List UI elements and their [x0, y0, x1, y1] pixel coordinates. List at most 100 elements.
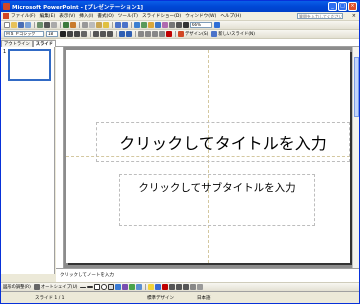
- cut-icon[interactable]: [82, 22, 88, 28]
- minimize-button[interactable]: _: [328, 2, 337, 11]
- line-color-icon[interactable]: [155, 284, 162, 290]
- line-icon[interactable]: [80, 286, 87, 288]
- menu-window[interactable]: ウィンドウ(W): [185, 13, 216, 19]
- align-left-icon[interactable]: [93, 31, 99, 37]
- vertical-scrollbar[interactable]: [352, 47, 359, 268]
- help-icon[interactable]: [214, 22, 220, 28]
- copy-icon[interactable]: [89, 22, 95, 28]
- arrow-icon[interactable]: [87, 286, 94, 288]
- increase-indent-icon[interactable]: [159, 31, 165, 37]
- redo-icon[interactable]: [122, 22, 128, 28]
- select-objects-icon[interactable]: [33, 284, 40, 290]
- insert-table-icon[interactable]: [141, 22, 147, 28]
- show-grid-icon[interactable]: [176, 22, 182, 28]
- research-icon[interactable]: [70, 22, 76, 28]
- slide-canvas[interactable]: クリックしてタイトルを入力 クリックしてサブタイトルを入力: [66, 50, 350, 263]
- increase-font-icon[interactable]: [138, 31, 144, 37]
- separator: [60, 22, 61, 28]
- open-icon[interactable]: [11, 22, 17, 28]
- draw-menu-button[interactable]: 図形の調整(R): [3, 284, 31, 290]
- expand-all-icon[interactable]: [162, 22, 168, 28]
- notes-pane[interactable]: クリックしてノートを入力: [56, 268, 359, 282]
- diagram-icon[interactable]: [122, 284, 129, 290]
- separator: [135, 31, 136, 37]
- tab-slides[interactable]: スライド: [32, 40, 56, 47]
- font-color-icon[interactable]: [166, 31, 172, 37]
- font-color-icon[interactable]: [162, 284, 169, 290]
- tab-outline[interactable]: アウトライン: [1, 40, 33, 47]
- print-preview-icon[interactable]: [51, 22, 57, 28]
- title-placeholder[interactable]: クリックしてタイトルを入力: [96, 122, 350, 162]
- menu-help[interactable]: ヘルプ(H): [220, 13, 241, 19]
- align-right-icon[interactable]: [107, 31, 113, 37]
- bold-icon[interactable]: [60, 31, 66, 37]
- vertical-ruler[interactable]: [56, 47, 64, 268]
- textbox-icon[interactable]: [108, 284, 115, 290]
- paste-icon[interactable]: [96, 22, 102, 28]
- new-slide-icon[interactable]: [211, 31, 218, 37]
- font-name-select[interactable]: ＭＳ Ｐゴシック: [4, 31, 44, 37]
- arrow-style-icon[interactable]: [183, 284, 190, 290]
- save-icon[interactable]: [18, 22, 24, 28]
- decrease-indent-icon[interactable]: [152, 31, 158, 37]
- drawing-toolbar: 図形の調整(R) オートシェイプ(U): [1, 282, 359, 291]
- powerpoint-icon[interactable]: [3, 3, 10, 10]
- tables-borders-icon[interactable]: [148, 22, 154, 28]
- shadow-style-icon[interactable]: [190, 284, 197, 290]
- window-controls: _ □ ×: [328, 2, 357, 11]
- undo-icon[interactable]: [115, 22, 121, 28]
- shadow-icon[interactable]: [81, 31, 87, 37]
- title-bar[interactable]: Microsoft PowerPoint - [プレゼンテーション1] _ □ …: [1, 1, 359, 12]
- permission-icon[interactable]: [25, 22, 31, 28]
- design-icon[interactable]: [178, 31, 184, 37]
- dash-style-icon[interactable]: [176, 284, 183, 290]
- design-button[interactable]: デザイン(S): [185, 31, 208, 37]
- show-formatting-icon[interactable]: [169, 22, 175, 28]
- help-search-input[interactable]: 質問を入力してください: [297, 13, 343, 19]
- font-size-select[interactable]: 18: [46, 31, 58, 37]
- underline-icon[interactable]: [74, 31, 80, 37]
- document-close-icon[interactable]: ×: [352, 13, 356, 19]
- close-button[interactable]: ×: [348, 2, 357, 11]
- menu-edit[interactable]: 編集(E): [40, 13, 56, 19]
- wordart-icon[interactable]: [115, 284, 122, 290]
- standard-toolbar: 66%: [1, 21, 359, 30]
- menu-slideshow[interactable]: スライドショー(D): [142, 13, 181, 19]
- bullets-icon[interactable]: [126, 31, 132, 37]
- oval-icon[interactable]: [101, 284, 108, 290]
- numbering-icon[interactable]: [119, 31, 125, 37]
- picture-icon[interactable]: [136, 284, 143, 290]
- insert-hyperlink-icon[interactable]: [155, 22, 161, 28]
- menu-view[interactable]: 表示(V): [59, 13, 75, 19]
- scrollbar-thumb[interactable]: [354, 57, 359, 117]
- spelling-icon[interactable]: [63, 22, 69, 28]
- document-icon[interactable]: [3, 13, 9, 19]
- maximize-button[interactable]: □: [338, 2, 347, 11]
- separator: [116, 31, 117, 37]
- color-grayscale-icon[interactable]: [183, 22, 189, 28]
- 3d-style-icon[interactable]: [197, 284, 204, 290]
- horizontal-ruler[interactable]: [56, 39, 359, 47]
- fill-color-icon[interactable]: [148, 284, 155, 290]
- slide-thumbnail[interactable]: [8, 49, 51, 81]
- print-icon[interactable]: [44, 22, 50, 28]
- menu-format[interactable]: 書式(O): [97, 13, 113, 19]
- clipart-icon[interactable]: [129, 284, 136, 290]
- subtitle-placeholder[interactable]: クリックしてサブタイトルを入力: [119, 174, 315, 226]
- email-icon[interactable]: [37, 22, 43, 28]
- rectangle-icon[interactable]: [94, 284, 101, 290]
- menu-tools[interactable]: ツール(T): [118, 13, 138, 19]
- new-slide-button[interactable]: 新しいスライド(N): [218, 31, 255, 37]
- menu-file[interactable]: ファイル(F): [11, 13, 36, 19]
- format-painter-icon[interactable]: [103, 22, 109, 28]
- slide-thumbnail-pane[interactable]: 1: [1, 47, 55, 274]
- autoshapes-menu-button[interactable]: オートシェイプ(U): [41, 284, 78, 290]
- zoom-select[interactable]: 66%: [190, 22, 212, 28]
- new-icon[interactable]: [4, 22, 10, 28]
- italic-icon[interactable]: [67, 31, 73, 37]
- insert-chart-icon[interactable]: [134, 22, 140, 28]
- menu-insert[interactable]: 挿入(I): [79, 13, 93, 19]
- align-center-icon[interactable]: [100, 31, 106, 37]
- decrease-font-icon[interactable]: [145, 31, 151, 37]
- line-style-icon[interactable]: [169, 284, 176, 290]
